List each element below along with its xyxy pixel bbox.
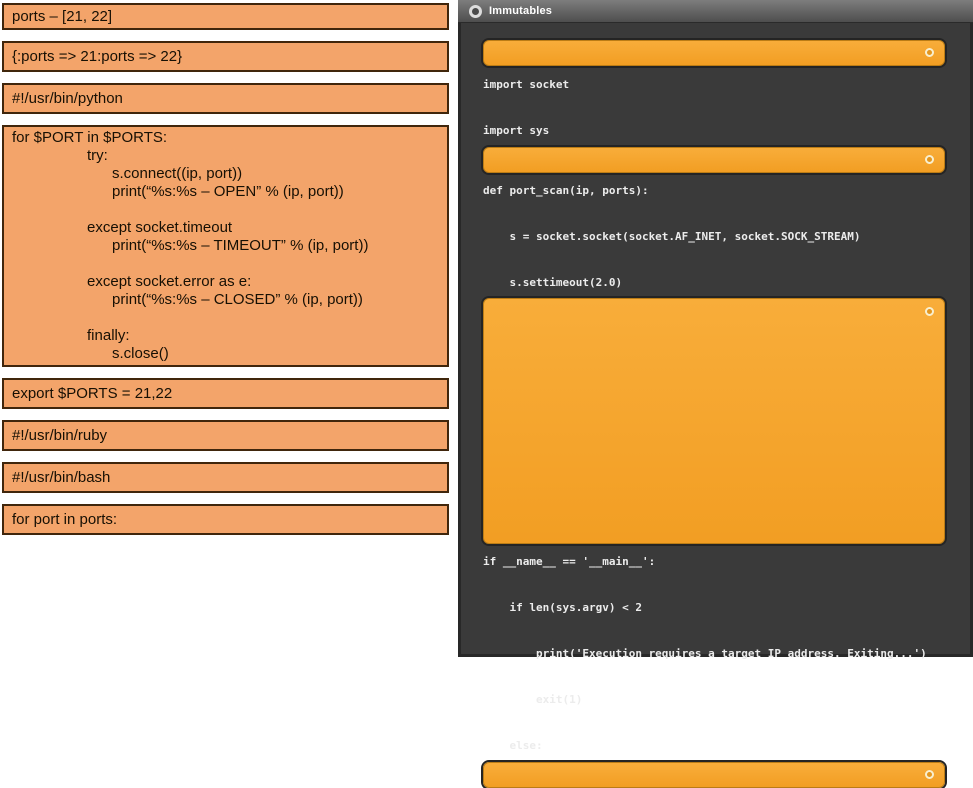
target-dot-icon <box>925 155 934 164</box>
drag-item-ports-array[interactable]: ports – [21, 22] <box>2 3 449 30</box>
drag-item-python-shebang[interactable]: #!/usr/bin/python <box>2 83 449 114</box>
target-dot-icon <box>925 307 934 316</box>
drag-item-ruby-shebang[interactable]: #!/usr/bin/ruby <box>2 420 449 451</box>
code-main-block: if __name__ == '__main__': if len(sys.ar… <box>483 550 945 757</box>
panel-titlebar: Immutables <box>458 0 973 23</box>
drag-item-bash-shebang[interactable]: #!/usr/bin/bash <box>2 462 449 493</box>
dropzone-3[interactable] <box>483 298 945 544</box>
dropzone-4[interactable] <box>483 762 945 788</box>
code-imports: import socket import sys <box>483 73 945 142</box>
code-port-scan-def: def port_scan(ip, ports): s = socket.soc… <box>483 179 945 294</box>
drag-item-ruby-hash[interactable]: {:ports => 21:ports => 22} <box>2 41 449 72</box>
drag-item-try-except-block[interactable]: for $PORT in $PORTS: try: s.connect((ip,… <box>2 125 449 367</box>
panel-body: import socket import sys def port_scan(i… <box>458 40 973 788</box>
drag-source-list: ports – [21, 22] {:ports => 21:ports => … <box>2 3 449 546</box>
target-dot-icon <box>925 48 934 57</box>
dropzone-2[interactable] <box>483 147 945 173</box>
dropzone-1[interactable] <box>483 40 945 66</box>
drag-item-for-port-in-ports[interactable]: for port in ports: <box>2 504 449 535</box>
immutables-panel: Immutables import socket import sys def … <box>458 0 973 657</box>
panel-title: Immutables <box>489 5 552 17</box>
circle-icon <box>469 5 482 18</box>
target-dot-icon <box>925 770 934 779</box>
drag-item-export-ports[interactable]: export $PORTS = 21,22 <box>2 378 449 409</box>
